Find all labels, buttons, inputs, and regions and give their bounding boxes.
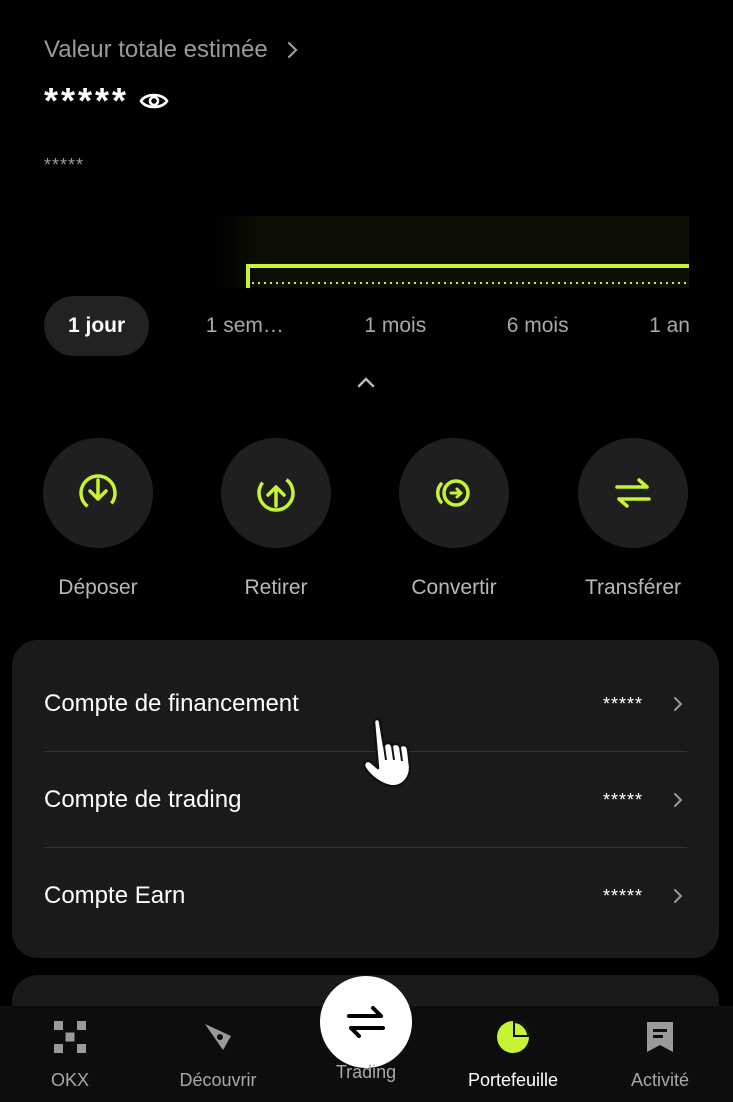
deposit-icon: [79, 474, 117, 512]
nav-okx[interactable]: OKX: [10, 1018, 130, 1091]
range-1-month[interactable]: 1 mois: [340, 296, 450, 356]
range-6-months[interactable]: 6 mois: [483, 296, 593, 356]
convert-label: Convertir: [411, 576, 497, 599]
masked-total-text: *****: [44, 80, 130, 121]
chevron-right-icon: [674, 889, 683, 903]
compass-icon: [205, 1024, 231, 1050]
nav-activity[interactable]: Activité: [600, 1018, 720, 1091]
withdraw-label: Retirer: [244, 576, 308, 599]
deposit-button[interactable]: Déposer: [43, 438, 153, 600]
swap-arrows-icon: [347, 1006, 385, 1038]
receipt-icon: [647, 1022, 673, 1052]
eye-icon[interactable]: [139, 90, 169, 112]
time-range-selector: 1 jour 1 sem… 1 mois 6 mois 1 an: [44, 296, 690, 356]
range-1-year[interactable]: 1 an: [625, 296, 690, 356]
portfolio-chart: [208, 216, 689, 288]
okx-logo-icon: [54, 1021, 86, 1053]
nav-label: Découvrir: [179, 1070, 257, 1090]
transfer-button[interactable]: Transférer: [578, 438, 688, 600]
account-name: Compte Earn: [44, 882, 186, 909]
chevron-right-icon: [674, 793, 683, 807]
account-value: *****: [602, 789, 643, 810]
transfer-label: Transférer: [584, 576, 682, 599]
convert-icon: [436, 479, 470, 507]
pie-chart-icon: [497, 1021, 529, 1053]
total-value-link[interactable]: Valeur totale estimée: [44, 36, 304, 64]
accounts-card: Compte de financement ***** Compte de tr…: [12, 640, 719, 958]
nav-label: Trading: [335, 1062, 397, 1082]
masked-change-text: *****: [44, 155, 85, 175]
hand-pointer-cursor-icon: [362, 717, 412, 788]
trading-button[interactable]: [320, 976, 412, 1068]
withdraw-icon: [257, 474, 295, 512]
account-value: *****: [602, 693, 643, 714]
nav-label: Activité: [630, 1070, 690, 1090]
total-value-label: Valeur totale estimée: [44, 36, 268, 63]
deposit-label: Déposer: [58, 576, 138, 599]
transfer-icon: [615, 478, 651, 508]
withdraw-button[interactable]: Retirer: [221, 438, 331, 600]
account-value: *****: [602, 885, 643, 906]
chevron-right-icon: [287, 41, 298, 59]
range-1-week[interactable]: 1 sem…: [182, 296, 308, 356]
nav-discover[interactable]: Découvrir: [158, 1018, 278, 1091]
chevron-up-icon[interactable]: [355, 372, 377, 394]
account-name: Compte de trading: [44, 786, 242, 813]
nav-label: Portefeuille: [467, 1070, 559, 1090]
total-value-amount: *****: [44, 80, 169, 122]
chevron-right-icon: [674, 697, 683, 711]
nav-trading-label-wrap[interactable]: Trading: [306, 1062, 426, 1083]
nav-portfolio[interactable]: Portefeuille: [453, 1018, 573, 1091]
range-1-day[interactable]: 1 jour: [44, 296, 150, 356]
convert-button[interactable]: Convertir: [399, 438, 509, 600]
account-name: Compte de financement: [44, 690, 299, 717]
account-row-earn[interactable]: Compte Earn *****: [44, 848, 687, 944]
nav-label: OKX: [50, 1070, 89, 1090]
